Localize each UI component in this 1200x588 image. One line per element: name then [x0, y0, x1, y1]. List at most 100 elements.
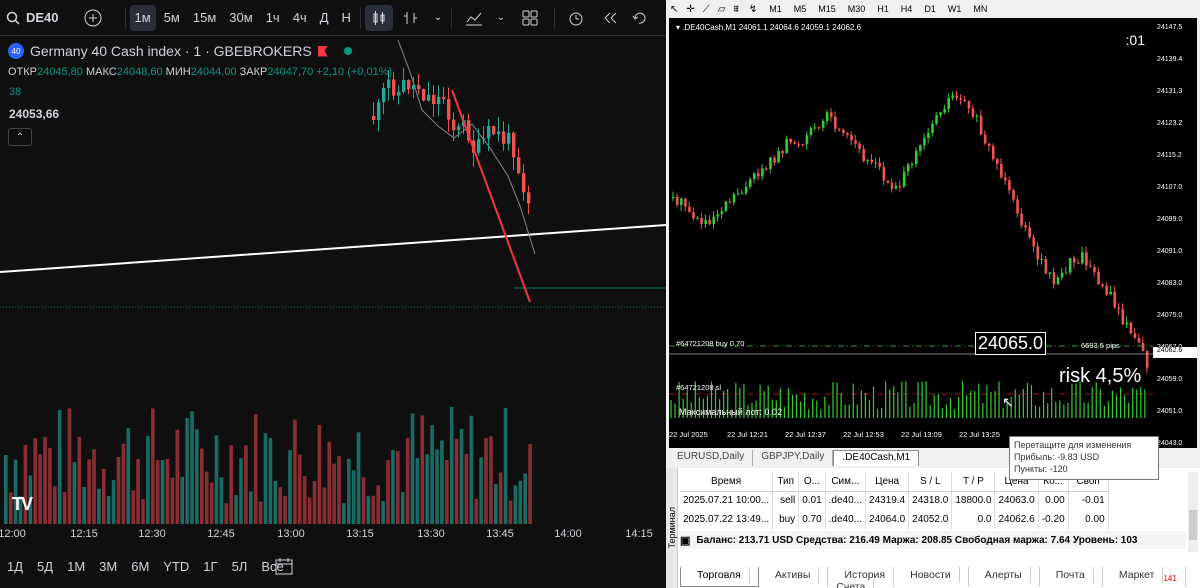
- mt-timeframe-7[interactable]: W1: [942, 4, 968, 14]
- bottom-tab-0[interactable]: Торговля: [680, 567, 759, 587]
- mt-timeframe-3[interactable]: M30: [842, 4, 872, 14]
- price-tick: 24083.0: [1157, 280, 1183, 287]
- range-6[interactable]: 1Г: [196, 559, 224, 574]
- mt-timeframe-5[interactable]: H4: [895, 4, 919, 14]
- time-tick: 22 Jul 12:37: [785, 430, 826, 439]
- timeframe-6[interactable]: Д: [315, 5, 334, 31]
- range-0[interactable]: 1Д: [0, 559, 30, 574]
- line-tool-icon[interactable]: ⟋: [699, 4, 714, 15]
- range-5[interactable]: YTD: [156, 559, 196, 574]
- volume-bar: [312, 480, 317, 524]
- price-tick: 24091.0: [1157, 248, 1183, 255]
- timeframe-0[interactable]: 1м: [129, 4, 156, 31]
- candles-button[interactable]: [364, 4, 393, 31]
- chart-tab-0[interactable]: EURUSD,Daily: [669, 450, 754, 466]
- chart-tab-2[interactable]: .DE40Cash,M1: [833, 450, 920, 466]
- timeframe-1[interactable]: 5м: [159, 5, 185, 31]
- timeframe-group: 1м 5м 15м 30м 1ч 4ч Д Н: [129, 4, 356, 31]
- candle-body: [712, 216, 716, 225]
- collapse-button[interactable]: ⌃: [8, 128, 32, 146]
- mt-timeframe-6[interactable]: D1: [918, 4, 942, 14]
- scrollbar-thumb[interactable]: [1189, 510, 1197, 540]
- symbol-search[interactable]: DE40: [0, 5, 65, 31]
- search-icon: [6, 11, 20, 25]
- bars-button[interactable]: [393, 5, 429, 31]
- candle-body: [497, 131, 501, 135]
- volume-bar: [479, 457, 483, 524]
- volume-bar: [180, 476, 184, 524]
- flag-icon[interactable]: [317, 45, 328, 57]
- price-tick: 24139.4: [1157, 56, 1183, 63]
- timeframe-2[interactable]: 15м: [188, 5, 221, 31]
- column-header[interactable]: S / L: [908, 472, 953, 492]
- bottom-tab-5[interactable]: Почта: [1040, 567, 1103, 587]
- column-header[interactable]: Тип: [772, 472, 800, 492]
- candle-body: [1060, 272, 1064, 278]
- volume-bar: [160, 460, 165, 524]
- crosshair-icon[interactable]: ✛: [682, 4, 698, 15]
- column-header[interactable]: О...: [798, 472, 826, 492]
- tv-price-chart[interactable]: [0, 36, 666, 524]
- volume-bar: [317, 424, 322, 524]
- volume-bar: [67, 408, 72, 524]
- add-symbol-button[interactable]: [65, 5, 121, 31]
- layout-button[interactable]: [510, 5, 550, 31]
- mt-timeframe-4[interactable]: H1: [871, 4, 895, 14]
- volume-bar: [322, 487, 327, 524]
- bottom-tab-1[interactable]: Активы: [759, 567, 829, 587]
- candle-body: [522, 173, 526, 193]
- goto-date-button[interactable]: [274, 556, 294, 581]
- bottom-tab-3[interactable]: Новости: [894, 567, 969, 587]
- volume-bar: [469, 415, 474, 524]
- table-row[interactable]: 2025.07.22 13:49... buy 0.70 .de40... 24064.…: [680, 510, 1109, 529]
- range-3[interactable]: 3М: [92, 559, 124, 574]
- chevron-down-icon[interactable]: ⌄: [492, 5, 510, 31]
- fibo-tool-icon[interactable]: ⩩: [729, 4, 742, 15]
- mt-timeframe-0[interactable]: M1: [763, 4, 788, 14]
- candle-body: [878, 162, 882, 167]
- volume-bar: [126, 428, 131, 524]
- undo-button[interactable]: [627, 5, 651, 31]
- chart-title: ▾ .DE40Cash,M1 24061.1 24064.6 24059.1 2…: [676, 23, 862, 32]
- column-header[interactable]: Сим...: [825, 472, 867, 492]
- timeframe-4[interactable]: 1ч: [261, 5, 285, 31]
- timeframe-7[interactable]: Н: [337, 5, 356, 31]
- alert-button[interactable]: [559, 5, 593, 31]
- bottom-tab-2[interactable]: История Счета: [828, 567, 895, 588]
- replay-button[interactable]: [593, 5, 627, 31]
- candle-body: [793, 142, 797, 144]
- range-2[interactable]: 1М: [60, 559, 92, 574]
- range-7[interactable]: 5Л: [225, 559, 255, 574]
- timeframe-5[interactable]: 4ч: [288, 5, 312, 31]
- candle-body: [1068, 257, 1072, 273]
- volume-bar: [263, 433, 268, 524]
- candle-body: [959, 97, 963, 100]
- bottom-tab-4[interactable]: Алерты: [969, 567, 1040, 587]
- high-value: 24048,60: [116, 66, 163, 78]
- mt-timeframe-2[interactable]: M15: [812, 4, 842, 14]
- column-header[interactable]: Цена: [865, 472, 910, 492]
- timeframe-3[interactable]: 30м: [224, 5, 257, 31]
- chart-tab-1[interactable]: GBPJPY,Daily: [753, 450, 834, 466]
- time-tick: 14:15: [625, 528, 653, 540]
- bottom-tab-6[interactable]: Маркет 141: [1103, 567, 1186, 587]
- scrollbar[interactable]: [1188, 472, 1198, 552]
- chevron-down-icon[interactable]: ⌄: [429, 5, 447, 31]
- mt-chart[interactable]: ▾ .DE40Cash,M1 24061.1 24064.6 24059.1 2…: [669, 18, 1197, 480]
- bottom-tab-7[interactable]: Сигналы: [1186, 567, 1200, 587]
- column-header[interactable]: T / P: [951, 472, 996, 492]
- cursor-icon[interactable]: ↖: [666, 4, 682, 15]
- mt-timeframe-1[interactable]: M5: [788, 4, 813, 14]
- candle-body: [1012, 190, 1015, 200]
- range-4[interactable]: 6М: [124, 559, 156, 574]
- shapes-tool-icon[interactable]: ↯: [743, 4, 763, 15]
- channel-tool-icon[interactable]: ▱: [714, 4, 730, 15]
- mt-timeframe-8[interactable]: MN: [967, 4, 993, 14]
- column-header[interactable]: Время: [680, 472, 774, 492]
- table-row[interactable]: 2025.07.21 10:00... sell 0.01 .de40... 24319…: [680, 491, 1109, 510]
- undo-icon: [632, 12, 646, 24]
- volume-bar: [405, 437, 410, 524]
- indicators-button[interactable]: [456, 5, 492, 31]
- range-1[interactable]: 5Д: [30, 559, 60, 574]
- candle-body: [902, 171, 906, 187]
